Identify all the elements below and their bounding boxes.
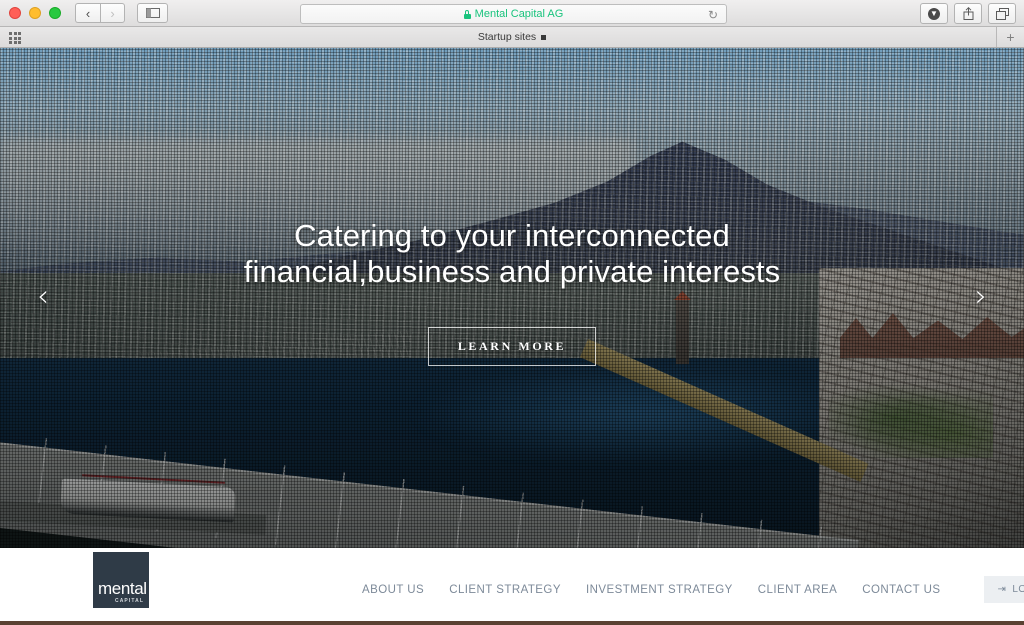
toolbar-right-buttons: ▼ bbox=[920, 3, 1016, 24]
sign-out-icon: ⇥ bbox=[997, 584, 1007, 595]
hero-headline-line-2: financial,business and private interests bbox=[243, 253, 781, 289]
sidebar-toggle-button[interactable] bbox=[137, 3, 168, 23]
browser-window: ‹ › Mental Capital AG ↻ ▼ Startup sites … bbox=[0, 0, 1024, 621]
nav-client-strategy[interactable]: CLIENT STRATEGY bbox=[449, 584, 561, 596]
log-out-button[interactable]: ⇥ LOG OUT bbox=[984, 576, 1024, 603]
nav-about-us[interactable]: ABOUT US bbox=[362, 584, 424, 596]
browser-titlebar: ‹ › Mental Capital AG ↻ ▼ bbox=[0, 0, 1024, 27]
bookmarks-bar: Startup sites + bbox=[0, 27, 1024, 48]
downloads-button[interactable]: ▼ bbox=[920, 3, 948, 24]
minimize-window-button[interactable] bbox=[29, 7, 41, 19]
new-tab-button[interactable]: + bbox=[996, 27, 1024, 47]
hero-content: Catering to your interconnected financia… bbox=[0, 48, 1024, 548]
nav-investment-strategy[interactable]: INVESTMENT STRATEGY bbox=[586, 584, 733, 596]
window-traffic-lights bbox=[9, 7, 61, 19]
hero-banner: Catering to your interconnected financia… bbox=[0, 48, 1024, 548]
site-footer-nav: mental CAPITAL ABOUT US CLIENT STRATEGY … bbox=[0, 548, 1024, 621]
apps-grid-icon[interactable] bbox=[9, 32, 21, 44]
carousel-next-arrow-icon[interactable]: › bbox=[966, 282, 996, 313]
tab-overview-button[interactable] bbox=[988, 3, 1016, 24]
bookmark-label: Startup sites bbox=[477, 31, 537, 43]
logo-mental-capital[interactable]: mental CAPITAL bbox=[93, 552, 149, 608]
learn-more-button[interactable]: LEARN MORE bbox=[427, 327, 597, 367]
carousel-prev-arrow-icon[interactable]: ‹ bbox=[28, 282, 58, 313]
close-window-button[interactable] bbox=[9, 7, 21, 19]
navigation-buttons: ‹ › bbox=[75, 3, 125, 23]
sidebar-icon bbox=[145, 8, 160, 18]
logo-subtext: CAPITAL bbox=[115, 598, 144, 604]
bookmark-startup-sites[interactable]: Startup sites bbox=[477, 31, 547, 43]
back-button[interactable]: ‹ bbox=[75, 3, 100, 23]
hero-headline: Catering to your interconnected financia… bbox=[244, 218, 780, 289]
site-name-label: Mental Capital AG bbox=[474, 8, 564, 20]
address-bar[interactable]: Mental Capital AG ↻ bbox=[300, 4, 727, 24]
tab-overview-icon bbox=[995, 7, 1009, 20]
forward-button[interactable]: › bbox=[100, 3, 125, 23]
hero-headline-line-1: Catering to your interconnected bbox=[294, 218, 730, 253]
nav-client-area[interactable]: CLIENT AREA bbox=[758, 584, 838, 596]
log-out-label: LOG OUT bbox=[1012, 584, 1024, 595]
logo-wordmark: mental bbox=[98, 579, 147, 598]
folder-marker-icon bbox=[541, 34, 547, 40]
download-icon: ▼ bbox=[928, 7, 940, 20]
address-bar-content: Mental Capital AG bbox=[463, 8, 564, 20]
share-button[interactable] bbox=[954, 3, 982, 24]
share-icon bbox=[963, 7, 973, 20]
lock-icon bbox=[463, 9, 471, 19]
reload-button[interactable]: ↻ bbox=[708, 8, 718, 22]
zoom-window-button[interactable] bbox=[49, 7, 61, 19]
main-navigation: ABOUT US CLIENT STRATEGY INVESTMENT STRA… bbox=[362, 576, 1024, 603]
nav-contact-us[interactable]: CONTACT US bbox=[862, 584, 940, 596]
